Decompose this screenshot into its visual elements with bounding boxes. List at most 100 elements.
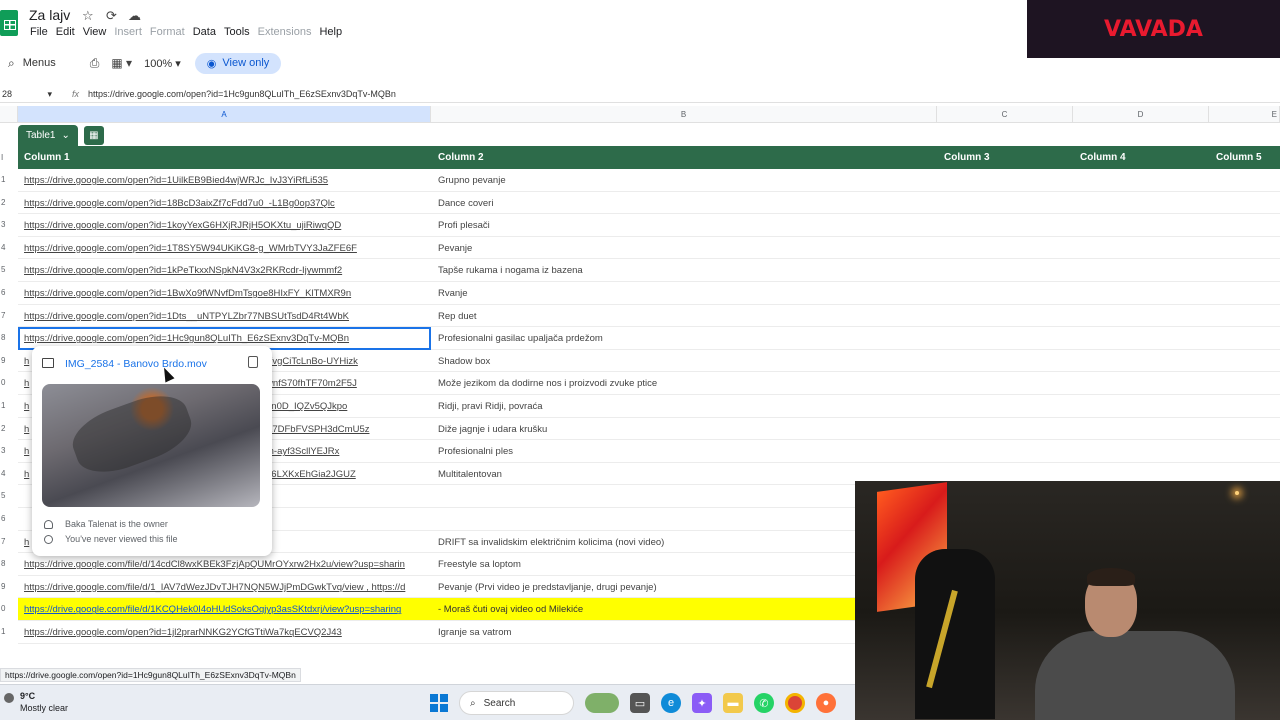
file-name-link[interactable]: IMG_2584 - Banovo Brdo.mov: [65, 358, 207, 370]
firefox-icon[interactable]: ●: [816, 693, 836, 713]
table-row[interactable]: https://drive.google.com/open?id=1T8SY5W…: [18, 237, 1280, 260]
task-view-icon[interactable]: ▭: [630, 693, 650, 713]
table-header-cell[interactable]: Column 2: [438, 152, 484, 163]
view-only-button[interactable]: ◉ View only: [194, 52, 282, 74]
menu-tools[interactable]: Tools: [224, 26, 258, 38]
table-header-cell[interactable]: Column 5: [1216, 152, 1262, 163]
name-box[interactable]: 28 ▾: [0, 89, 56, 100]
cloud-sync-icon[interactable]: ⟳: [106, 8, 117, 24]
row-number[interactable]: 6: [0, 514, 18, 523]
table-row[interactable]: https://drive.google.com/open?id=18BcD3a…: [18, 192, 1280, 215]
description-cell[interactable]: Profesionalni gasilac upaljača prdežom: [438, 333, 603, 344]
video-thumbnail[interactable]: [42, 384, 260, 507]
sheets-logo[interactable]: [0, 10, 18, 36]
row-number[interactable]: I: [0, 153, 18, 162]
description-cell[interactable]: Može jezikom da dodirne nos i proizvodi …: [438, 378, 657, 389]
row-number[interactable]: 5: [0, 265, 18, 274]
table-view-icon[interactable]: ▦: [83, 126, 104, 145]
description-cell[interactable]: Pevanje: [438, 243, 472, 254]
edge-browser-icon[interactable]: e: [661, 693, 681, 713]
link-cell-tail[interactable]: A7DFbFVSPH3dCmU5z: [266, 424, 426, 435]
link-cell[interactable]: https://drive.google.com/file/d/1_IAV7dW…: [24, 582, 430, 593]
windows-start-icon[interactable]: [430, 694, 448, 712]
menus-search-button[interactable]: ⌕ Menus: [8, 56, 56, 71]
star-icon[interactable]: ☆: [82, 8, 94, 24]
link-cell[interactable]: https://drive.google.com/open?id=1UilkEB…: [24, 175, 430, 186]
file-explorer-icon[interactable]: ▬: [723, 693, 743, 713]
description-cell[interactable]: DRIFT sa invalidskim električnim kolicim…: [438, 537, 664, 548]
print-icon[interactable]: ⎙: [90, 56, 100, 71]
description-cell[interactable]: Tapše rukama i nogama iz bazena: [438, 265, 583, 276]
link-cell-tail[interactable]: fh-ayf3ScllYEJRx: [266, 446, 426, 457]
table-row[interactable]: https://drive.google.com/open?id=1kPeTkx…: [18, 259, 1280, 282]
chrome-icon[interactable]: [785, 693, 805, 713]
column-header-b[interactable]: B: [431, 106, 937, 123]
corner-cell[interactable]: [0, 106, 18, 123]
row-number[interactable]: 4: [0, 243, 18, 252]
link-cell-tail[interactable]: a6LXKxEhGia2JGUZ: [266, 469, 426, 480]
menu-help[interactable]: Help: [319, 26, 350, 38]
link-cell[interactable]: https://drive.google.com/open?id=1kPeTkx…: [24, 265, 430, 276]
table-row[interactable]: https://drive.google.com/open?id=1UilkEB…: [18, 169, 1280, 192]
row-number[interactable]: 7: [0, 537, 18, 546]
vavada-ad-banner[interactable]: VAVADA: [1027, 0, 1280, 58]
row-number[interactable]: 6: [0, 288, 18, 297]
column-header-e[interactable]: E: [1209, 106, 1280, 123]
menu-data[interactable]: Data: [193, 26, 224, 38]
menu-insert[interactable]: Insert: [114, 26, 150, 38]
link-cell[interactable]: https://drive.google.com/open?id=1jl2pra…: [24, 627, 430, 638]
table-row[interactable]: https://drive.google.com/open?id=1koyYex…: [18, 214, 1280, 237]
row-number[interactable]: 3: [0, 220, 18, 229]
table-header-cell[interactable]: Column 4: [1080, 152, 1126, 163]
row-number[interactable]: 0: [0, 378, 18, 387]
description-cell[interactable]: - Moraš čuti ovaj video od Milekiće: [438, 604, 583, 615]
row-number[interactable]: 4: [0, 469, 18, 478]
widgets-icon[interactable]: [585, 693, 619, 713]
row-number[interactable]: 0: [0, 604, 18, 613]
weather-widget[interactable]: 9°C Mostly clear: [4, 690, 68, 714]
cloud-icon[interactable]: ☁: [128, 8, 141, 24]
row-number[interactable]: 1: [0, 401, 18, 410]
link-cell-tail[interactable]: VvgCiTcLnBo-UYHizk: [266, 356, 426, 367]
row-number[interactable]: 1: [0, 175, 18, 184]
link-cell[interactable]: https://drive.google.com/open?id=1T8SY5W…: [24, 243, 430, 254]
row-number[interactable]: 7: [0, 311, 18, 320]
row-number[interactable]: 9: [0, 582, 18, 591]
table-header-cell[interactable]: Column 1: [24, 152, 70, 163]
menu-extensions[interactable]: Extensions: [258, 26, 320, 38]
zoom-select[interactable]: 100% ▾: [144, 57, 181, 70]
whatsapp-icon[interactable]: ✆: [754, 693, 774, 713]
table-name-chip[interactable]: Table1 ⌄: [18, 125, 78, 146]
row-number[interactable]: 2: [0, 198, 18, 207]
description-cell[interactable]: Profi plesači: [438, 220, 490, 231]
column-header-a[interactable]: A: [18, 106, 431, 123]
row-number[interactable]: 5: [0, 491, 18, 500]
description-cell[interactable]: Ridji, pravi Ridji, povraća: [438, 401, 543, 412]
table-row[interactable]: https://drive.google.com/open?id=1Dts__u…: [18, 305, 1280, 328]
paint-format-icon[interactable]: ▦ ▾: [111, 56, 132, 70]
link-cell[interactable]: https://drive.google.com/open?id=1koyYex…: [24, 220, 430, 231]
row-number[interactable]: 1: [0, 627, 18, 636]
description-cell[interactable]: Dance coveri: [438, 198, 493, 209]
formula-value[interactable]: https://drive.google.com/open?id=1Hc9gun…: [88, 89, 396, 99]
row-number[interactable]: 8: [0, 559, 18, 568]
description-cell[interactable]: Diže jagnje i udara krušku: [438, 424, 547, 435]
menu-format[interactable]: Format: [150, 26, 193, 38]
link-cell-tail[interactable]: 8n0D_IQZv5QJkpo: [266, 401, 426, 412]
table-row[interactable]: https://drive.google.com/open?id=1BwXo9f…: [18, 282, 1280, 305]
column-header-d[interactable]: D: [1073, 106, 1209, 123]
description-cell[interactable]: Pevanje (Prvi video je predstavljanje, d…: [438, 582, 657, 593]
table-header-cell[interactable]: Column 3: [944, 152, 990, 163]
copilot-icon[interactable]: ✦: [692, 693, 712, 713]
row-number[interactable]: 3: [0, 446, 18, 455]
link-cell[interactable]: https://drive.google.com/file/d/1KCQHek0…: [24, 604, 430, 615]
row-number[interactable]: 9: [0, 356, 18, 365]
menu-view[interactable]: View: [83, 26, 115, 38]
row-number[interactable]: 2: [0, 424, 18, 433]
description-cell[interactable]: Multitalentovan: [438, 469, 502, 480]
menu-edit[interactable]: Edit: [56, 26, 83, 38]
taskbar-search[interactable]: ⌕ Search: [459, 691, 574, 715]
link-cell[interactable]: https://drive.google.com/open?id=18BcD3a…: [24, 198, 430, 209]
row-number[interactable]: 8: [0, 333, 18, 342]
link-cell[interactable]: https://drive.google.com/file/d/14cdCl8w…: [24, 559, 430, 570]
